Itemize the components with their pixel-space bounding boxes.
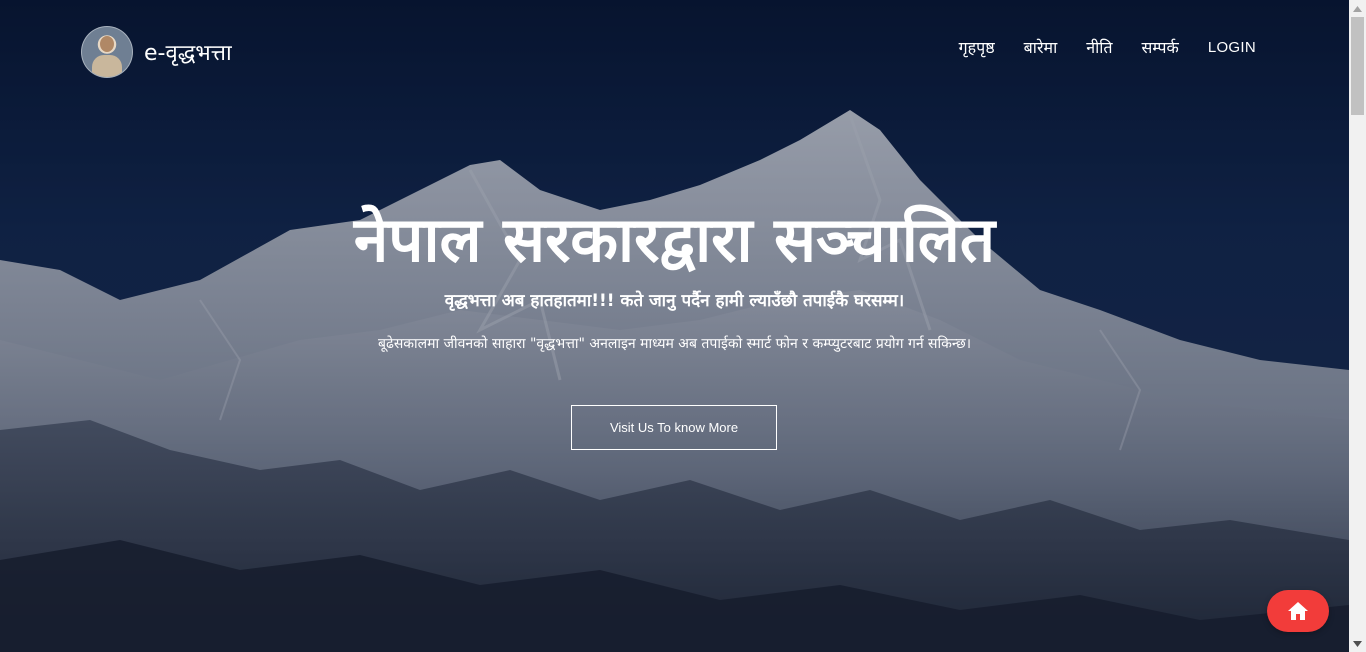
- nav-menu: गृहपृष्ठ बारेमा नीति सम्पर्क LOGIN: [930, 36, 1256, 58]
- nav-item-policy[interactable]: नीति: [1086, 36, 1112, 58]
- brand-name: e-वृद्धभत्ता: [144, 41, 232, 66]
- profile-photo-icon: [81, 26, 133, 78]
- home-floating-button[interactable]: [1267, 590, 1329, 632]
- brand[interactable]: e-वृद्धभत्ता: [81, 26, 232, 78]
- nav-item-contact[interactable]: सम्पर्क: [1142, 36, 1179, 58]
- nav-item-login[interactable]: LOGIN: [1208, 39, 1256, 56]
- nav-item-home[interactable]: गृहपृष्ठ: [959, 36, 995, 58]
- navbar: e-वृद्धभत्ता गृहपृष्ठ बारेमा नीति सम्पर्…: [0, 0, 1349, 100]
- page: e-वृद्धभत्ता गृहपृष्ठ बारेमा नीति सम्पर्…: [0, 0, 1366, 652]
- hero-description: बूढेसकालमा जीवनको साहारा "वृद्धभत्ता" अन…: [377, 336, 972, 352]
- home-icon: [1288, 602, 1308, 620]
- hero-subline: वृद्धभत्ता अब हातहातमा!!! कते जानु पर्दै…: [444, 291, 905, 311]
- hero-headline: नेपाल सरकारद्वारा सञ्चालित: [353, 203, 996, 276]
- nav-item-about[interactable]: बारेमा: [1024, 36, 1058, 58]
- scrollbar-thumb[interactable]: [1351, 17, 1364, 115]
- scroll-up-arrow-icon[interactable]: [1349, 0, 1366, 17]
- visit-us-button[interactable]: Visit Us To know More: [571, 405, 777, 450]
- vertical-scrollbar[interactable]: [1349, 0, 1366, 652]
- scroll-down-arrow-icon[interactable]: [1349, 635, 1366, 652]
